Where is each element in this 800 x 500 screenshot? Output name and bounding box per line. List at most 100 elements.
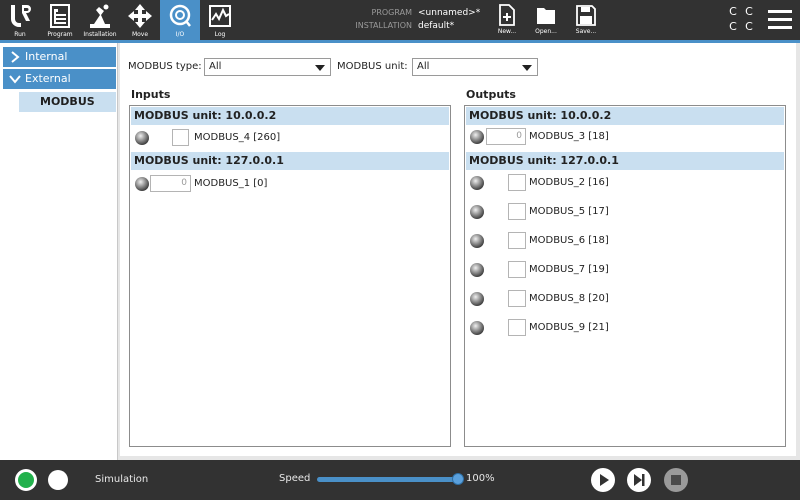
input-row: 0 MODBUS_1 [0] [133, 174, 443, 194]
input-checkbox[interactable] [172, 129, 189, 146]
sidebar-item-label: External [25, 72, 71, 85]
output-checkbox[interactable] [508, 261, 526, 278]
tab-run-label: Run [14, 31, 26, 38]
status-led-icon [470, 321, 484, 335]
modbus-panel: MODBUS type: All MODBUS unit: All Inputs… [120, 43, 796, 456]
tab-move-label: Move [131, 31, 149, 38]
tab-installation[interactable]: Installation [80, 0, 120, 40]
program-row: PROGRAM <unnamed>* [340, 6, 490, 19]
robot-state-icon[interactable] [48, 470, 68, 490]
io-sidebar: Internal External MODBUS [0, 43, 118, 460]
output-checkbox[interactable] [508, 232, 526, 249]
open-button-label: Open... [535, 28, 557, 35]
sidebar-item-internal[interactable]: Internal [3, 47, 116, 67]
speed-value: 100% [466, 473, 495, 484]
modbus-unit-select[interactable]: All [412, 58, 538, 76]
output-row: MODBUS_7 [19] [468, 260, 778, 280]
open-folder-icon [537, 8, 555, 24]
output-signal-name: MODBUS_6 [18] [529, 235, 609, 246]
status-led-icon [470, 263, 484, 277]
output-checkbox[interactable] [508, 290, 526, 307]
cc-indicator-4: C [745, 20, 753, 33]
speed-slider-handle[interactable] [452, 473, 464, 485]
modbus-unit-value: All [417, 61, 430, 72]
installation-row: INSTALLATION default* [340, 19, 490, 32]
output-checkbox[interactable] [508, 319, 526, 336]
status-led-icon [470, 292, 484, 306]
sidebar-item-label: Internal [25, 50, 68, 63]
modbus-unit-label: MODBUS unit: [337, 61, 408, 72]
save-button-label: Save... [575, 28, 597, 35]
play-button[interactable] [591, 468, 615, 492]
status-led-icon [470, 234, 484, 248]
save-icon [576, 5, 596, 26]
inputs-unit-header: MODBUS unit: 10.0.0.2 [131, 107, 449, 125]
output-row: MODBUS_5 [17] [468, 202, 778, 222]
output-checkbox[interactable] [508, 203, 526, 220]
input-signal-name: MODBUS_4 [260] [194, 132, 281, 143]
step-button[interactable] [627, 468, 651, 492]
input-register-field[interactable]: 0 [150, 175, 191, 192]
chevron-down-icon [9, 75, 21, 84]
installation-icon [90, 4, 110, 28]
sidebar-item-external[interactable]: External [3, 69, 116, 89]
program-info: PROGRAM <unnamed>* INSTALLATION default* [340, 6, 490, 32]
output-row: MODBUS_2 [16] [468, 173, 778, 193]
new-button[interactable]: New... [487, 0, 527, 40]
outputs-unit-header: MODBUS unit: 10.0.0.2 [466, 107, 784, 125]
dropdown-arrow-icon [522, 65, 532, 71]
input-signal-name: MODBUS_1 [0] [194, 178, 268, 189]
power-button[interactable] [15, 469, 37, 491]
output-register-field[interactable]: 0 [486, 128, 526, 145]
status-led-icon [135, 131, 149, 145]
tab-io[interactable]: I/O [160, 0, 200, 40]
output-row: 0 MODBUS_3 [18] [468, 127, 778, 147]
outputs-unit-header: MODBUS unit: 127.0.0.1 [466, 152, 784, 170]
tab-move[interactable]: Move [120, 0, 160, 40]
outputs-panel: MODBUS unit: 10.0.0.2 0 MODBUS_3 [18] MO… [464, 105, 786, 447]
hamburger-menu-icon[interactable] [768, 10, 792, 30]
step-forward-icon [634, 474, 645, 486]
save-button[interactable]: Save... [566, 0, 606, 40]
modbus-type-select[interactable]: All [204, 58, 331, 76]
installation-key: INSTALLATION [355, 21, 412, 30]
speed-label: Speed [279, 473, 311, 484]
stop-icon [671, 475, 681, 485]
inputs-unit-header: MODBUS unit: 127.0.0.1 [131, 152, 449, 170]
move-icon [128, 4, 152, 28]
output-signal-name: MODBUS_5 [17] [529, 206, 609, 217]
speed-slider-track[interactable] [317, 477, 459, 482]
new-file-icon [499, 4, 515, 26]
tab-log[interactable]: Log [200, 0, 240, 40]
program-key: PROGRAM [371, 8, 413, 17]
inputs-panel: MODBUS unit: 10.0.0.2 MODBUS_4 [260] MOD… [129, 105, 451, 447]
modbus-type-label: MODBUS type: [128, 61, 202, 72]
output-row: MODBUS_6 [18] [468, 231, 778, 251]
tab-program[interactable]: Program [40, 0, 80, 40]
io-icon [169, 4, 191, 27]
tab-log-label: Log [214, 31, 226, 38]
modbus-type-value: All [209, 61, 222, 72]
output-row: MODBUS_9 [21] [468, 318, 778, 338]
stop-button[interactable] [664, 468, 688, 492]
status-led-icon [470, 205, 484, 219]
open-button[interactable]: Open... [526, 0, 566, 40]
sidebar-item-modbus[interactable]: MODBUS [19, 92, 116, 112]
new-button-label: New... [497, 28, 517, 35]
mode-label: Simulation [95, 474, 149, 485]
top-toolbar: Run Program Installation Move I/O Log PR… [0, 0, 800, 43]
output-signal-name: MODBUS_7 [19] [529, 264, 609, 275]
play-icon [600, 474, 609, 486]
status-led-icon [470, 130, 484, 144]
output-checkbox[interactable] [508, 174, 526, 191]
output-signal-name: MODBUS_8 [20] [529, 293, 609, 304]
tab-run[interactable]: Run [0, 0, 40, 40]
ur-logo-icon [11, 5, 31, 27]
inputs-title: Inputs [131, 88, 171, 101]
power-status-icon [18, 472, 34, 488]
chevron-right-icon [11, 51, 20, 63]
output-row: MODBUS_8 [20] [468, 289, 778, 309]
program-icon [50, 4, 70, 28]
cc-indicator-2: C [745, 5, 753, 18]
output-signal-name: MODBUS_3 [18] [529, 131, 609, 142]
